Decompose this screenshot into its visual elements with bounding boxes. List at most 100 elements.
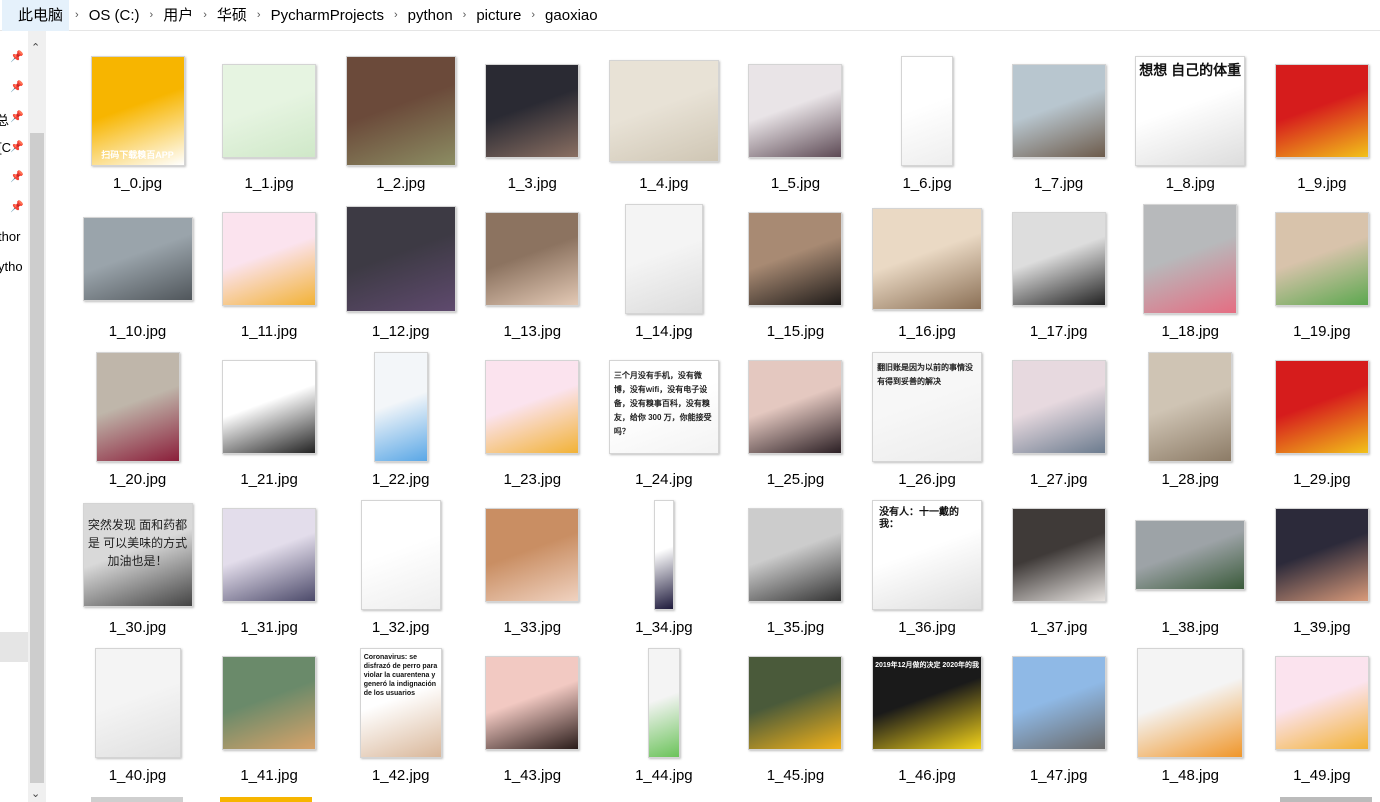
nav-item-label[interactable]: ytho — [0, 259, 23, 274]
file-item[interactable]: 1_14.jpg — [598, 199, 729, 347]
chevron-right-icon[interactable]: › — [457, 0, 473, 31]
image-thumbnail[interactable] — [748, 656, 843, 750]
file-item[interactable]: 1_5.jpg — [730, 51, 861, 199]
file-item[interactable]: 1_47.jpg — [993, 643, 1124, 791]
file-item[interactable]: 1_37.jpg — [993, 495, 1124, 643]
breadcrumb-item[interactable]: 此电脑 — [2, 0, 70, 31]
image-thumbnail[interactable] — [748, 360, 843, 454]
image-thumbnail[interactable]: 突然发现 面和药都是 可以美味的方式 加油也是！ — [82, 503, 193, 607]
scroll-up-icon[interactable]: ⌃ — [31, 41, 40, 54]
image-thumbnail[interactable]: 翻旧账是因为以前的事情没有得到妥善的解决 — [872, 352, 983, 462]
image-thumbnail[interactable] — [222, 656, 317, 750]
file-item[interactable]: 没有人：十一戴的我： 1_36.jpg — [862, 495, 993, 643]
file-item[interactable]: 1_9.jpg — [1256, 51, 1380, 199]
file-item[interactable]: 三个月没有手机，没有微博，没有wifi，没有电子设备，没有糗事百科，没有糗友，给… — [598, 347, 729, 495]
chevron-right-icon[interactable]: › — [144, 0, 160, 31]
nav-scrollbar[interactable]: ⌃ ⌄ — [28, 31, 46, 802]
image-thumbnail[interactable] — [1274, 656, 1369, 750]
image-thumbnail[interactable] — [373, 352, 428, 462]
image-thumbnail[interactable] — [1274, 360, 1369, 454]
image-thumbnail[interactable] — [1274, 212, 1369, 306]
image-thumbnail[interactable]: Coronavirus: se disfrazó de perro para v… — [359, 648, 442, 758]
file-item[interactable]: 1_32.jpg — [335, 495, 466, 643]
image-thumbnail[interactable] — [1274, 64, 1369, 158]
file-item[interactable]: 2019年12月做的决定 2020年的我 1_46.jpg — [862, 643, 993, 791]
image-thumbnail[interactable] — [82, 217, 193, 301]
chevron-right-icon[interactable]: › — [525, 0, 541, 31]
image-thumbnail[interactable] — [1011, 212, 1106, 306]
file-item[interactable]: 1_21.jpg — [204, 347, 335, 495]
file-item[interactable]: 1_16.jpg — [862, 199, 993, 347]
file-item[interactable]: 1_29.jpg — [1256, 347, 1380, 495]
image-thumbnail[interactable]: 三个月没有手机，没有微博，没有wifi，没有电子设备，没有糗事百科，没有糗友，给… — [608, 360, 719, 454]
nav-selected-item[interactable] — [0, 632, 28, 662]
image-thumbnail[interactable] — [748, 508, 843, 602]
breadcrumb-item[interactable]: python — [404, 0, 457, 31]
image-thumbnail[interactable] — [94, 648, 181, 758]
nav-item-label[interactable]: 总 — [0, 110, 9, 129]
file-item[interactable]: 1_31.jpg — [204, 495, 335, 643]
image-thumbnail[interactable] — [222, 508, 317, 602]
image-thumbnail[interactable] — [485, 64, 580, 158]
file-item[interactable]: 1_25.jpg — [730, 347, 861, 495]
chevron-right-icon[interactable]: › — [69, 0, 85, 31]
file-item[interactable]: 1_2.jpg — [335, 51, 466, 199]
file-item[interactable]: 1_44.jpg — [598, 643, 729, 791]
file-item[interactable]: 扫码下载糗百APP 1_0.jpg — [72, 51, 203, 199]
image-thumbnail[interactable] — [1274, 508, 1369, 602]
pin-icon[interactable]: 📌 — [10, 81, 24, 93]
file-item[interactable]: 1_4.jpg — [598, 51, 729, 199]
file-item[interactable]: 1_3.jpg — [467, 51, 598, 199]
file-item[interactable]: 1_23.jpg — [467, 347, 598, 495]
file-item[interactable]: 1_19.jpg — [1256, 199, 1380, 347]
file-item[interactable]: 1_48.jpg — [1125, 643, 1256, 791]
pin-icon[interactable]: 📌 — [10, 51, 24, 63]
image-thumbnail[interactable] — [485, 508, 580, 602]
breadcrumb-item[interactable]: gaoxiao — [541, 0, 602, 31]
image-thumbnail[interactable] — [95, 352, 180, 462]
image-thumbnail[interactable] — [222, 360, 317, 454]
file-item[interactable]: 1_33.jpg — [467, 495, 598, 643]
breadcrumb-item[interactable]: PycharmProjects — [267, 0, 388, 31]
file-item[interactable]: 1_39.jpg — [1256, 495, 1380, 643]
file-item[interactable]: 1_17.jpg — [993, 199, 1124, 347]
nav-item-label[interactable]: thor — [0, 229, 20, 244]
pin-icon[interactable]: 📌 — [10, 201, 24, 213]
partial-thumbnail[interactable] — [91, 797, 183, 802]
file-item[interactable]: 1_41.jpg — [204, 643, 335, 791]
image-thumbnail[interactable] — [485, 656, 580, 750]
image-thumbnail[interactable] — [1011, 64, 1106, 158]
file-item[interactable]: 1_40.jpg — [72, 643, 203, 791]
image-thumbnail[interactable]: 扫码下载糗百APP — [90, 56, 185, 166]
file-view[interactable]: 扫码下载糗百APP 1_0.jpg 1_1.jpg 1_2.jpg 1_3.jpg 1_4… — [46, 31, 1380, 802]
file-item[interactable]: Coronavirus: se disfrazó de perro para v… — [335, 643, 466, 791]
image-thumbnail[interactable] — [1137, 648, 1244, 758]
file-item[interactable]: 1_34.jpg — [598, 495, 729, 643]
image-thumbnail[interactable]: 没有人：十一戴的我： — [872, 500, 983, 610]
image-thumbnail[interactable] — [748, 212, 843, 306]
image-thumbnail[interactable] — [1011, 508, 1106, 602]
breadcrumb-item[interactable]: picture — [472, 0, 525, 31]
breadcrumb-item[interactable]: 用户 — [159, 0, 197, 31]
file-item[interactable]: 1_28.jpg — [1125, 347, 1256, 495]
image-thumbnail[interactable] — [901, 56, 954, 166]
image-thumbnail[interactable] — [647, 648, 680, 758]
image-thumbnail[interactable] — [485, 360, 580, 454]
partial-thumbnail[interactable] — [220, 797, 312, 802]
image-thumbnail[interactable]: 想想 自己的体重 — [1135, 56, 1246, 166]
image-thumbnail[interactable] — [345, 56, 456, 166]
image-thumbnail[interactable] — [1011, 360, 1106, 454]
file-item[interactable]: 1_35.jpg — [730, 495, 861, 643]
file-item[interactable]: 1_49.jpg — [1256, 643, 1380, 791]
image-thumbnail[interactable] — [222, 212, 317, 306]
file-item[interactable]: 1_13.jpg — [467, 199, 598, 347]
image-thumbnail[interactable] — [1143, 204, 1238, 314]
chevron-right-icon[interactable]: › — [197, 0, 213, 31]
file-item[interactable]: 1_1.jpg — [204, 51, 335, 199]
partial-thumbnail[interactable] — [1280, 797, 1372, 802]
file-item[interactable]: 1_27.jpg — [993, 347, 1124, 495]
image-thumbnail[interactable] — [360, 500, 441, 610]
file-item[interactable]: 1_22.jpg — [335, 347, 466, 495]
scrollbar-thumb[interactable] — [30, 133, 44, 783]
pin-icon[interactable]: 📌 — [10, 141, 24, 153]
